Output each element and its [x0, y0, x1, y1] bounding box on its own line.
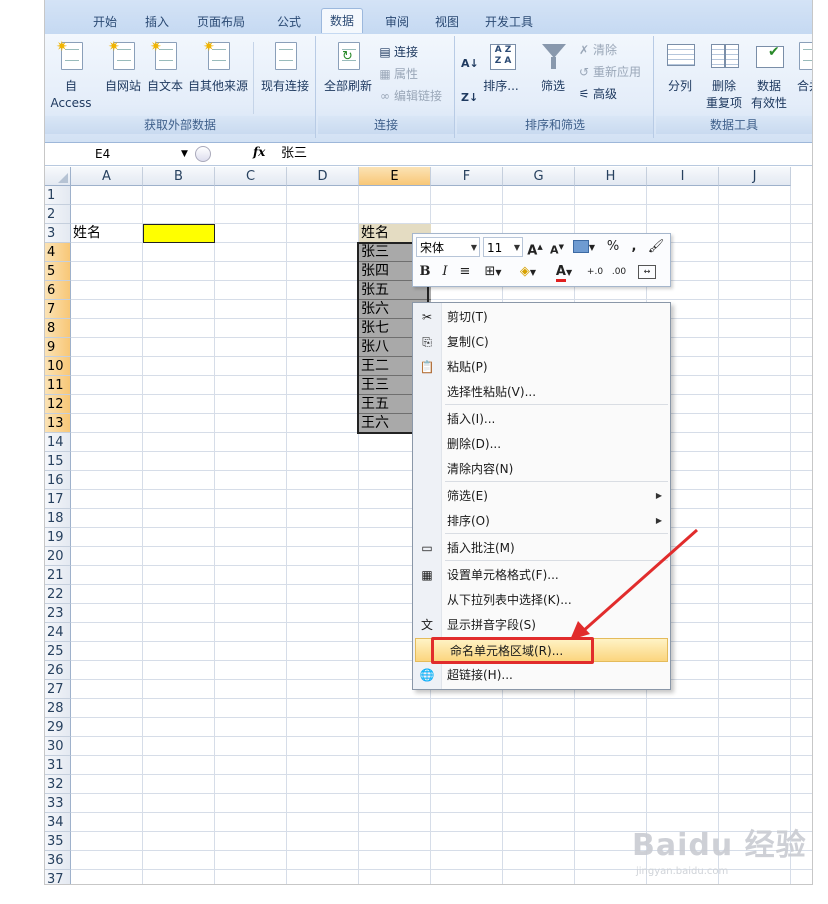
baidu-watermark-url: jingyan.baidu.com [636, 866, 729, 877]
annotation-arrow-icon [570, 528, 698, 640]
baidu-watermark-logo: Baidu 经验 [632, 828, 807, 863]
